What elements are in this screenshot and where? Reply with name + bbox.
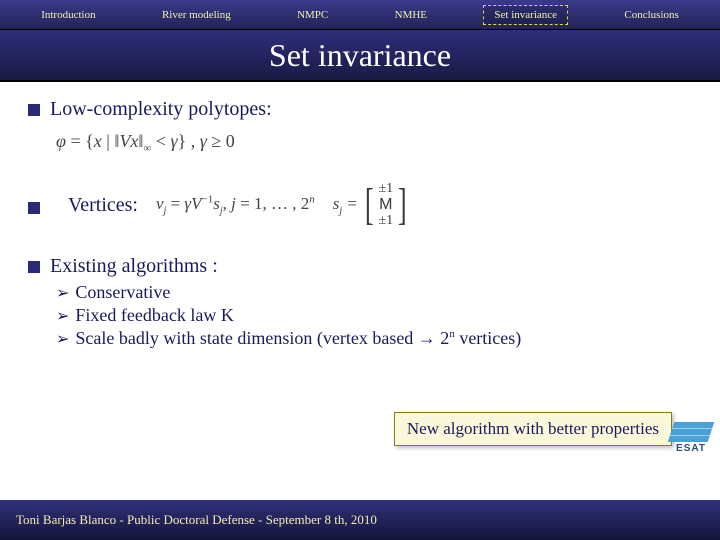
existing-item-0: ➢ Conservative — [56, 282, 692, 303]
matrix-row-0: ±1 — [379, 181, 394, 197]
existing-item-1-text: Fixed feedback law K — [75, 305, 233, 326]
block-existing: Existing algorithms : ➢ Conservative ➢ F… — [28, 255, 692, 349]
chevron-right-icon: ➢ — [56, 283, 69, 303]
nav-tab-nmhe[interactable]: NMHE — [385, 6, 437, 24]
esat-logo: ESAT — [668, 420, 714, 456]
nav-tab-nmpc[interactable]: NMPC — [287, 6, 338, 24]
existing-item-2-text: Scale badly with state dimension (vertex… — [75, 328, 521, 349]
vertices-matrix: sj = [ ±1 M ±1 ] — [333, 181, 410, 229]
matrix-row-2: ±1 — [379, 213, 394, 229]
nav-tab-introduction[interactable]: Introduction — [31, 6, 105, 24]
existing-item-2: ➢ Scale badly with state dimension (vert… — [56, 328, 692, 349]
existing-label: Existing algorithms : — [50, 255, 218, 278]
title-bar: Set invariance — [0, 30, 720, 82]
logo-stripes-icon — [668, 422, 714, 442]
nav-tab-set-invariance[interactable]: Set invariance — [483, 5, 568, 25]
logo-text: ESAT — [676, 443, 706, 454]
polytopes-formula: φ = {x | ‖Vx‖∞ < γ} , γ ≥ 0 — [56, 131, 692, 155]
nav-tab-river-modeling[interactable]: River modeling — [152, 6, 241, 24]
slide-title: Set invariance — [269, 37, 451, 74]
existing-item-0-text: Conservative — [75, 282, 170, 303]
chevron-right-icon: ➢ — [56, 329, 69, 349]
vertices-formula: vj = γV−1sj, j = 1, … , 2n — [156, 193, 315, 216]
block-polytopes: Low-complexity polytopes: φ = {x | ‖Vx‖∞… — [28, 98, 692, 155]
bullet-icon — [28, 104, 40, 116]
footer-text: Toni Barjas Blanco - Public Doctoral Def… — [16, 512, 377, 528]
matrix-row-1: M — [379, 197, 392, 213]
vertices-label: Vertices: — [68, 194, 138, 217]
polytopes-label: Low-complexity polytopes: — [50, 98, 272, 121]
footer-bar: Toni Barjas Blanco - Public Doctoral Def… — [0, 500, 720, 540]
callout-box: New algorithm with better properties — [394, 412, 672, 446]
slide: Introduction River modeling NMPC NMHE Se… — [0, 0, 720, 540]
bullet-icon — [28, 202, 40, 214]
bullet-icon — [28, 261, 40, 273]
top-nav: Introduction River modeling NMPC NMHE Se… — [0, 0, 720, 30]
nav-tab-conclusions[interactable]: Conclusions — [614, 6, 688, 24]
slide-body: Low-complexity polytopes: φ = {x | ‖Vx‖∞… — [0, 82, 720, 500]
block-vertices: Vertices: vj = γV−1sj, j = 1, … , 2n sj … — [28, 181, 692, 229]
chevron-right-icon: ➢ — [56, 306, 69, 326]
existing-item-1: ➢ Fixed feedback law K — [56, 305, 692, 326]
